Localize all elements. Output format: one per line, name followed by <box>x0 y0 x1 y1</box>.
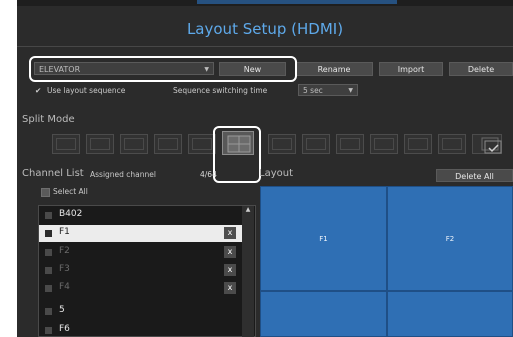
layout-cell[interactable]: F2 <box>387 186 513 291</box>
list-item[interactable]: B402 <box>39 207 242 224</box>
channel-list-scrollbar[interactable]: ▲ <box>242 206 254 337</box>
grid-icon <box>374 138 394 150</box>
custom-layout-icon <box>481 137 502 154</box>
split-mode-8[interactable] <box>302 134 330 154</box>
split-mode-5[interactable] <box>188 134 216 154</box>
sequence-switching-select[interactable]: 5 sec ▼ <box>298 84 358 96</box>
item-label: F1 <box>59 227 70 237</box>
app-screen: Layout Setup (HDMI) ELEVATOR ▼ New Renam… <box>17 0 513 337</box>
assigned-channel-label: Assigned channel <box>90 170 156 179</box>
item-checkbox[interactable] <box>45 212 52 219</box>
item-label: F2 <box>59 246 70 256</box>
list-item[interactable]: F1 x <box>39 225 242 242</box>
divider <box>17 46 513 47</box>
item-checkbox[interactable] <box>45 249 52 256</box>
page-title: Layout Setup (HDMI) <box>186 20 344 38</box>
split-mode-1[interactable] <box>52 134 80 154</box>
remove-button[interactable]: x <box>224 264 236 276</box>
list-item[interactable]: F6 <box>39 322 242 337</box>
split-mode-12[interactable] <box>438 134 466 154</box>
sequence-switching-time-label: Sequence switching time <box>173 86 268 95</box>
grid-icon <box>442 138 462 150</box>
layout-cell-label: F2 <box>445 234 455 243</box>
split-mode-custom[interactable] <box>472 134 502 154</box>
callout-highlight-toolbar <box>29 56 297 82</box>
layout-title: Layout <box>259 168 293 179</box>
assigned-channel-value: 4/64 <box>200 170 217 179</box>
remove-button[interactable]: x <box>224 227 236 239</box>
remove-button[interactable]: x <box>224 246 236 258</box>
split-mode-2[interactable] <box>86 134 114 154</box>
list-item[interactable]: F2 x <box>39 244 242 261</box>
grid-icon <box>158 138 178 150</box>
item-checkbox[interactable] <box>45 267 52 274</box>
scroll-up-icon[interactable]: ▲ <box>242 206 254 213</box>
layout-cell[interactable] <box>387 291 513 337</box>
chevron-down-icon: ▼ <box>348 87 353 94</box>
item-label: F4 <box>59 282 70 292</box>
split-mode-10[interactable] <box>370 134 398 154</box>
grid-icon <box>408 138 428 150</box>
split-mode-3[interactable] <box>120 134 148 154</box>
split-mode-7[interactable] <box>268 134 296 154</box>
item-label: 5 <box>59 305 65 315</box>
item-checkbox[interactable] <box>45 308 52 315</box>
item-label: B402 <box>59 209 83 219</box>
split-mode-4[interactable] <box>154 134 182 154</box>
select-all-checkbox[interactable] <box>41 188 50 197</box>
list-item[interactable]: 5 <box>39 303 242 320</box>
select-all-label[interactable]: Select All <box>53 187 88 196</box>
item-label: F6 <box>59 324 70 334</box>
channel-list-title: Channel List <box>22 168 84 179</box>
import-button[interactable]: Import <box>379 62 443 76</box>
sequence-switching-value: 5 sec <box>303 86 323 95</box>
top-band-accent <box>197 0 397 4</box>
split-mode-11[interactable] <box>404 134 432 154</box>
grid-icon <box>306 138 326 150</box>
layout-cell[interactable] <box>260 291 387 337</box>
split-mode-9[interactable] <box>336 134 364 154</box>
grid-icon <box>272 138 292 150</box>
grid-icon <box>340 138 360 150</box>
grid-icon <box>124 138 144 150</box>
split-mode-label: Split Mode <box>22 114 75 125</box>
use-layout-sequence-label[interactable]: Use layout sequence <box>47 86 125 95</box>
grid-icon <box>90 138 110 150</box>
item-checkbox[interactable] <box>45 230 52 237</box>
delete-button[interactable]: Delete <box>449 62 513 76</box>
layout-cell[interactable]: F1 <box>260 186 387 291</box>
layout-cell-label: F1 <box>319 234 328 243</box>
check-icon: ✔ <box>35 86 42 95</box>
item-label: F3 <box>59 264 70 274</box>
delete-all-button[interactable]: Delete All <box>436 169 513 182</box>
grid-icon <box>192 138 212 150</box>
top-band <box>17 0 513 6</box>
remove-button[interactable]: x <box>224 282 236 294</box>
callout-highlight-split-mode <box>213 126 261 183</box>
item-checkbox[interactable] <box>45 327 52 334</box>
list-item[interactable]: F4 x <box>39 280 242 297</box>
grid-icon <box>56 138 76 150</box>
rename-button[interactable]: Rename <box>295 62 373 76</box>
item-checkbox[interactable] <box>45 285 52 292</box>
list-item[interactable]: F3 x <box>39 262 242 279</box>
